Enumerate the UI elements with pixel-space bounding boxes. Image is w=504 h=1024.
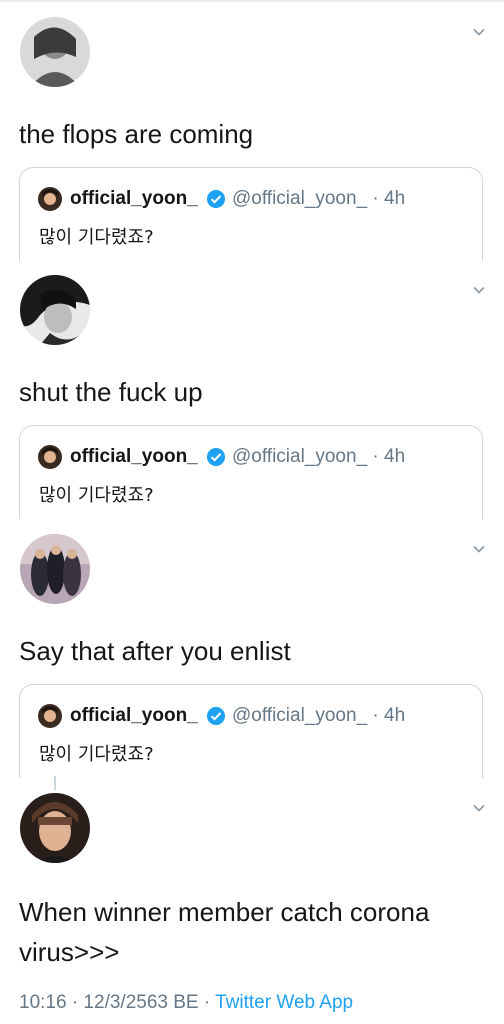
redacted-username [104,47,244,61]
tweet-text-line-1: When winner member catch corona [19,897,430,927]
tweet-source-link[interactable]: Twitter Web App [215,992,353,1013]
tweet-timestamp: 10:16 · 12/3/2563 BE · [19,992,216,1013]
verified-badge-icon [206,447,226,467]
quote-avatar [38,704,62,728]
top-divider [0,0,504,2]
tweet-metadata: 10:16 · 12/3/2563 BE · Twitter Web App [19,990,353,1016]
quote-handle-time: @official_yoon_ · 4h [232,446,406,467]
quote-avatar [38,445,62,469]
quoted-tweet[interactable]: official_yoon_ @official_yoon_ · 4h 많이 기… [19,684,483,778]
avatar-photo-icon [20,275,90,345]
chevron-down-icon[interactable] [472,801,486,815]
chevron-down-icon[interactable] [472,25,486,39]
tweet-text-line-2: virus>>> [19,937,120,967]
quote-avatar [38,187,62,211]
quote-display-name: official_yoon_ [70,705,198,726]
quote-text: 많이 기다렸죠? [39,744,154,765]
quote-display-name: official_yoon_ [70,188,198,209]
quote-avatar-photo-icon [38,187,62,211]
avatar-photo-icon [20,17,90,87]
quoted-tweet[interactable]: official_yoon_ @official_yoon_ · 4h 많이 기… [19,167,483,261]
avatar[interactable] [20,275,90,345]
chevron-down-icon[interactable] [472,283,486,297]
quote-handle-time: @official_yoon_ · 4h [232,188,406,209]
avatar[interactable] [20,793,90,863]
tweet-text: shut the fuck up [19,377,203,407]
quote-handle-time: @official_yoon_ · 4h [232,705,406,726]
avatar-photo-icon [20,793,90,863]
quote-avatar-photo-icon [38,445,62,469]
quote-text: 많이 기다렸죠? [39,485,154,506]
avatar[interactable] [20,17,90,87]
verified-badge-icon [206,706,226,726]
quote-display-name: official_yoon_ [70,446,198,467]
quote-text: 많이 기다렸죠? [39,227,154,248]
tweet-text: Say that after you enlist [19,636,291,666]
thread-connector-line [54,776,56,790]
chevron-down-icon[interactable] [472,542,486,556]
tweet-text: the flops are coming [19,119,254,149]
verified-badge-icon [206,189,226,209]
avatar-photo-icon [20,534,90,604]
avatar[interactable] [20,534,90,604]
quote-avatar-photo-icon [38,704,62,728]
quoted-tweet[interactable]: official_yoon_ @official_yoon_ · 4h 많이 기… [19,425,483,519]
